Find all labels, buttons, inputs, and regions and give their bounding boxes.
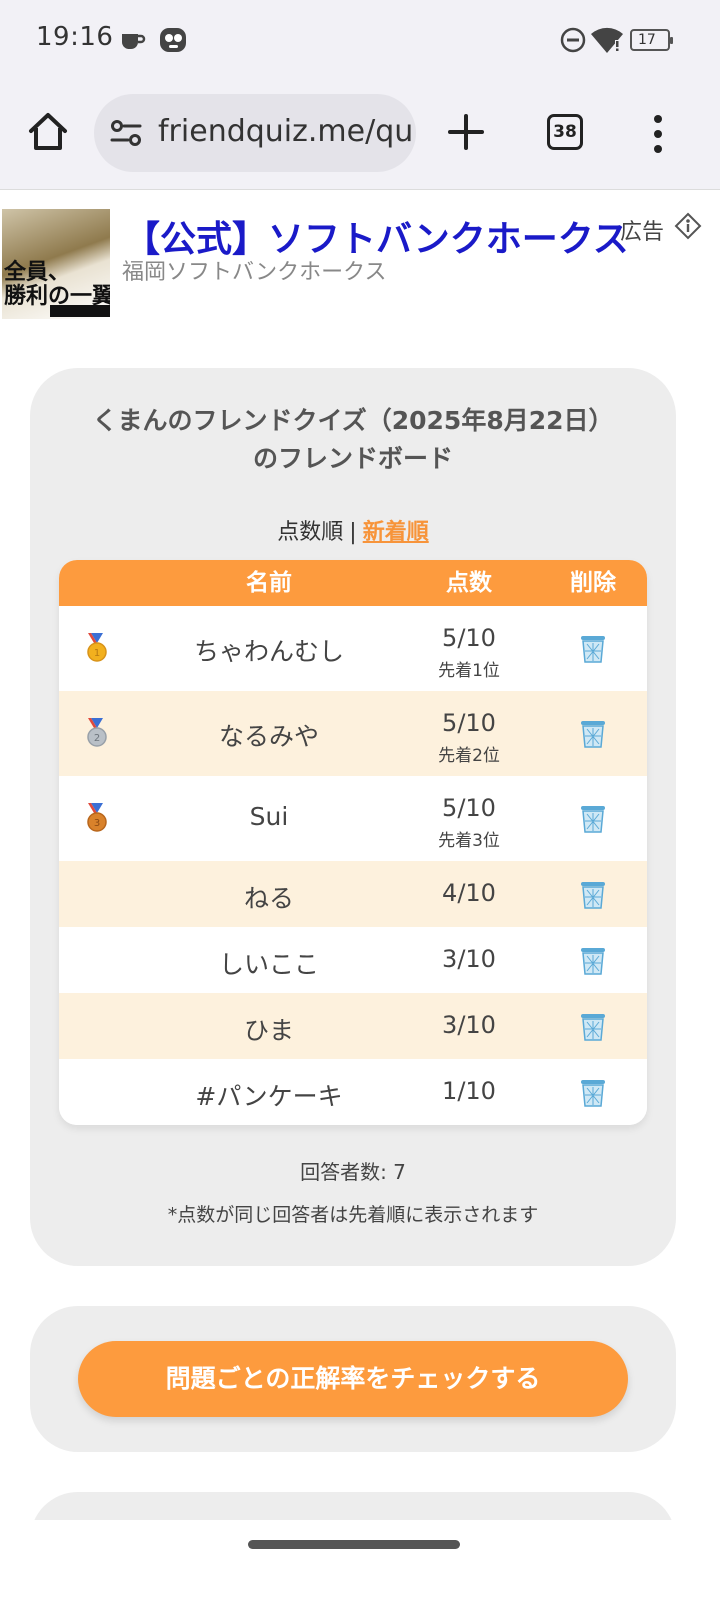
ad-banner[interactable]: 全員、 勝利の一翼。 【公式】ソフトバンクホークス 福岡ソフトバンクホークス 広… (0, 190, 720, 335)
table-row: #パンケーキ 1/10 (59, 1059, 647, 1125)
trash-icon[interactable] (579, 1077, 607, 1107)
sort-options: 点数順 | 新着順 (30, 514, 676, 546)
board-title: くまんのフレンドクイズ（2025年8月22日） のフレンドボード (30, 402, 676, 478)
trash-icon[interactable] (579, 803, 607, 833)
ad-subtitle: 福岡ソフトバンクホークス (122, 260, 387, 285)
respondent-score: 3/10 (442, 1011, 496, 1039)
status-time: 19:16 (36, 22, 114, 52)
header-name: 名前 (246, 570, 292, 596)
bronze-medal-icon: 3 (87, 803, 107, 832)
respondent-name: ちゃわんむし (193, 637, 344, 666)
header-score: 点数 (446, 570, 492, 596)
respondent-score: 5/10 (442, 709, 496, 737)
respondent-rank: 先着1位 (438, 661, 500, 681)
ranking-table: 名前 点数 削除 1 ちゃわんむし 5/10 先着1位 2 なるみや 5/10 … (59, 560, 647, 1125)
table-row: 2 なるみや 5/10 先着2位 (59, 691, 647, 776)
respondent-name: #パンケーキ (195, 1082, 343, 1111)
system-nav-bar (0, 1520, 720, 1600)
ad-label: 広告 (620, 220, 665, 245)
respondent-score: 5/10 (442, 624, 496, 652)
do-not-disturb-icon (560, 27, 586, 53)
respondent-name: しいここ (218, 950, 319, 979)
respondent-name: ひま (243, 1016, 294, 1045)
trash-icon[interactable] (579, 718, 607, 748)
table-row: 1 ちゃわんむし 5/10 先着1位 (59, 606, 647, 691)
respondent-count: 回答者数: 7 (300, 1160, 406, 1184)
respondent-score: 1/10 (442, 1077, 496, 1105)
respondent-name: Sui (249, 802, 289, 831)
silver-medal-icon: 2 (87, 718, 107, 747)
info-icon[interactable] (674, 212, 702, 240)
browser-toolbar: friendquiz.me/qui 38 (0, 84, 720, 190)
url-text[interactable]: friendquiz.me/qui (158, 114, 416, 149)
more-vert-icon[interactable] (648, 114, 668, 154)
svg-text:2: 2 (94, 733, 100, 744)
respondent-score: 3/10 (442, 945, 496, 973)
coffee-cup-icon (122, 34, 146, 49)
gold-medal-icon: 1 (87, 633, 107, 662)
respondent-rank: 先着2位 (438, 746, 500, 766)
ad-image[interactable]: 全員、 勝利の一翼。 (2, 209, 110, 319)
ad-image-text: 全員、 勝利の一翼。 (4, 260, 110, 309)
table-row: ねる 4/10 (59, 861, 647, 927)
sort-separator: | (349, 520, 357, 545)
trash-icon[interactable] (579, 1011, 607, 1041)
home-indicator[interactable] (248, 1540, 460, 1549)
tie-note: *点数が同じ回答者は先着順に表示されます (167, 1204, 539, 1226)
header-delete: 削除 (570, 570, 616, 596)
check-card: 問題ごとの正解率をチェックする (30, 1306, 676, 1452)
respondent-name: ねる (243, 884, 294, 913)
battery-icon: 17 (630, 29, 673, 51)
sort-newest-link[interactable]: 新着順 (363, 520, 429, 545)
respondent-rank: 先着3位 (438, 831, 500, 851)
sort-score-order[interactable]: 点数順 (277, 520, 343, 545)
site-settings-icon[interactable] (110, 119, 142, 147)
board-title-line1: くまんのフレンドクイズ（2025年8月22日） (92, 406, 614, 435)
trash-icon[interactable] (579, 633, 607, 663)
board-title-line2: のフレンドボード (252, 444, 453, 473)
respondent-score: 5/10 (442, 794, 496, 822)
status-bar: 19:16 17 (0, 0, 720, 84)
table-row: しいここ 3/10 (59, 927, 647, 993)
friend-board-card: くまんのフレンドクイズ（2025年8月22日） のフレンドボード 点数順 | 新着順… (30, 368, 676, 1266)
respondent-score: 4/10 (442, 879, 496, 907)
check-accuracy-button[interactable]: 問題ごとの正解率をチェックする (78, 1341, 628, 1417)
tab-switcher-button[interactable]: 38 (547, 114, 583, 150)
trash-icon[interactable] (579, 879, 607, 909)
plus-icon[interactable] (446, 112, 486, 152)
ad-image-strip (50, 305, 110, 317)
svg-text:3: 3 (94, 818, 100, 829)
svg-text:1: 1 (94, 648, 100, 659)
wifi-icon (591, 27, 623, 53)
address-bar[interactable]: friendquiz.me/qui (94, 94, 416, 172)
trash-icon[interactable] (579, 945, 607, 975)
table-header: 名前 点数 削除 (59, 560, 647, 606)
face-icon (160, 28, 186, 52)
home-icon[interactable] (26, 110, 70, 154)
table-row: 3 Sui 5/10 先着3位 (59, 776, 647, 861)
table-row: ひま 3/10 (59, 993, 647, 1059)
respondent-name: なるみや (218, 722, 319, 751)
